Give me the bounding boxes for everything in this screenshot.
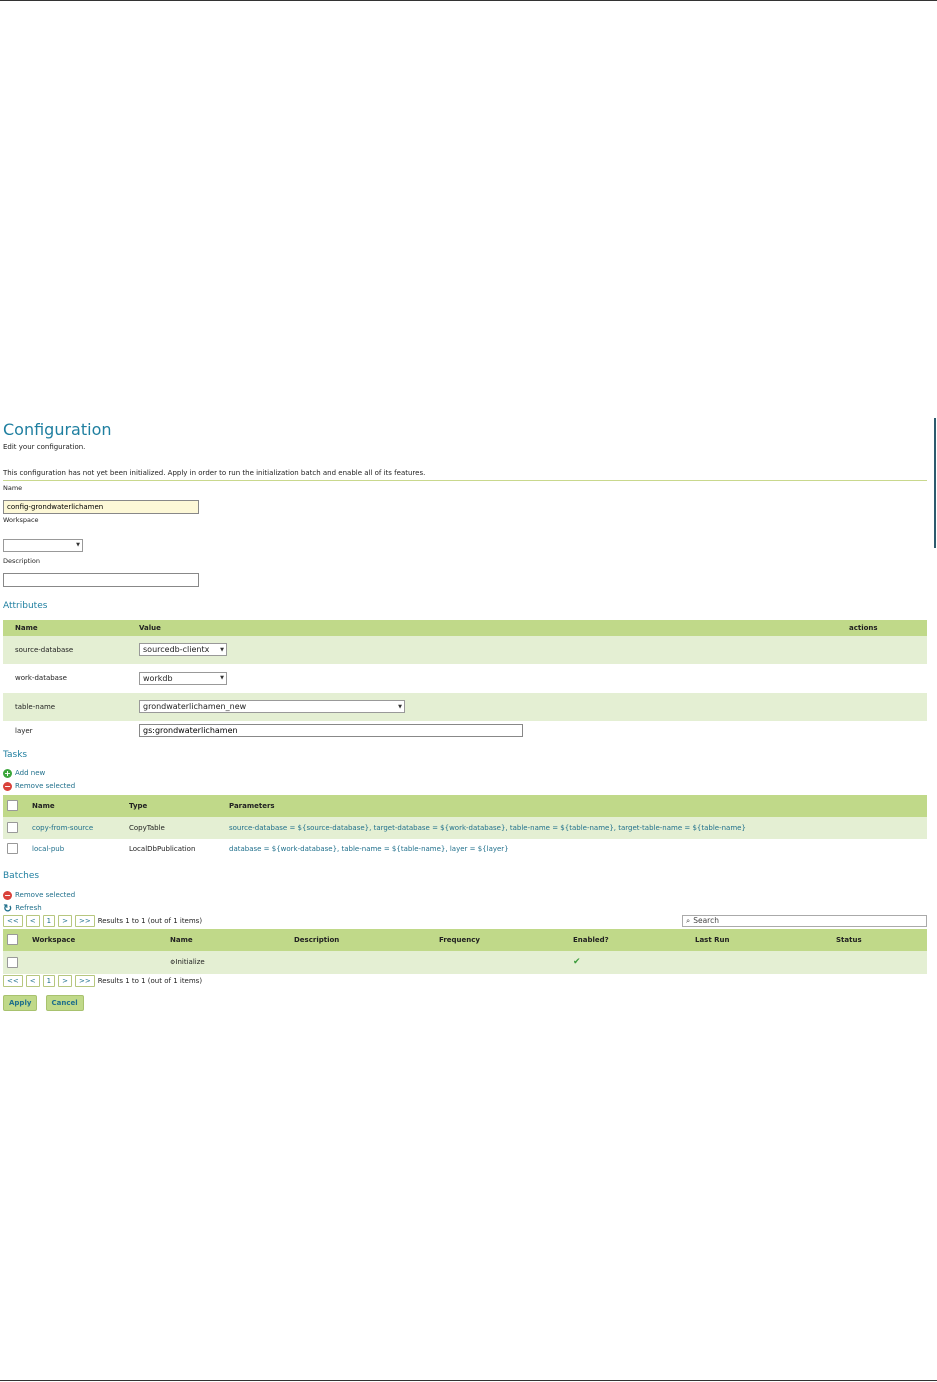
batch-col-last-run: Last Run [691, 928, 832, 951]
search-input[interactable]: ⌕ Search [682, 914, 927, 927]
batch-col-name: Name [166, 928, 290, 951]
task-type: CopyTable [125, 816, 225, 839]
workspace-select[interactable]: ▼ [3, 538, 83, 552]
search-icon: ⌕ [686, 915, 691, 925]
batches-table: Workspace Name Description Frequency Ena… [3, 928, 927, 974]
batch-status [832, 950, 927, 974]
task-checkbox[interactable] [7, 843, 18, 854]
table-row: local-pub LocalDbPublication database = … [3, 838, 927, 859]
workspace-label: Workspace [3, 516, 39, 524]
select-all-batches-checkbox[interactable] [7, 934, 18, 945]
table-row: source-database sourcedb-clientx ▼ [3, 635, 927, 664]
task-col-parameters: Parameters [225, 794, 927, 817]
name-field[interactable] [3, 500, 199, 514]
chevron-down-icon: ▼ [76, 542, 80, 548]
table-row: work-database workdb ▼ [3, 663, 927, 693]
task-col-name: Name [28, 794, 125, 817]
form-buttons: Apply Cancel [3, 990, 927, 1011]
cancel-button[interactable]: Cancel [45, 994, 84, 1011]
task-col-type: Type [125, 794, 225, 817]
attr-col-value: Value [135, 619, 845, 636]
description-label: Description [3, 556, 41, 565]
remove-selected-tasks-link[interactable]: − Remove selected [3, 780, 927, 793]
first-page-button[interactable]: << [3, 975, 23, 987]
work-database-select[interactable]: workdb ▼ [139, 671, 227, 685]
chevron-down-icon: ▼ [220, 675, 224, 681]
chevron-down-icon: ▼ [398, 703, 402, 710]
select-all-tasks-checkbox[interactable] [7, 800, 18, 811]
refresh-icon: ↻ [3, 901, 13, 915]
results-count: Results 1 to 1 (out of 1 items) [97, 977, 203, 985]
attributes-heading: Attributes [3, 600, 48, 611]
batch-col-description: Description [290, 928, 435, 951]
last-page-button[interactable]: >> [74, 975, 95, 987]
batch-description [290, 950, 435, 974]
batches-heading: Batches [3, 870, 40, 881]
results-count: Results 1 to 1 (out of 1 items) [97, 917, 203, 925]
task-parameters: database = ${work-database}, table-name … [225, 838, 927, 859]
table-row: table-name grondwaterlichamen_new ▼ [3, 692, 927, 721]
attributes-table: Name Value actions source-database sourc… [3, 619, 927, 741]
description-field[interactable] [3, 572, 199, 587]
attr-col-actions: actions [845, 619, 927, 636]
apply-button[interactable]: Apply [3, 994, 38, 1011]
task-checkbox[interactable] [7, 822, 18, 833]
page-subtitle: Edit your configuration. [3, 443, 86, 451]
scrollbar[interactable] [934, 418, 936, 548]
bottom-rule [0, 1380, 937, 1381]
attr-name: layer [3, 720, 135, 741]
last-page-button[interactable]: >> [74, 915, 95, 927]
table-row: copy-from-source CopyTable source-databa… [3, 816, 927, 839]
batches-toolbar: << < 1 > >> Results 1 to 1 (out of 1 ite… [3, 914, 927, 929]
next-page-button[interactable]: > [58, 975, 72, 987]
attr-name: work-database [3, 663, 135, 693]
prev-page-button[interactable]: < [25, 915, 40, 927]
table-row: layer [3, 720, 927, 741]
first-page-button[interactable]: << [3, 915, 23, 927]
batch-last-run [691, 950, 832, 974]
attr-col-name: Name [3, 619, 135, 636]
source-database-select[interactable]: sourcedb-clientx ▼ [139, 643, 227, 656]
page-1-button[interactable]: 1 [42, 975, 56, 987]
table-row: ⚙Initialize ✔ [3, 950, 927, 974]
add-new-link[interactable]: + Add new [3, 767, 927, 780]
remove-icon: − [3, 781, 12, 791]
name-label: Name [3, 484, 23, 492]
batch-col-status: Status [832, 928, 927, 951]
batch-col-frequency: Frequency [435, 928, 569, 951]
next-page-button[interactable]: > [58, 915, 72, 927]
prev-page-button[interactable]: < [25, 975, 40, 987]
pager-bottom: << < 1 > >> Results 1 to 1 (out of 1 ite… [3, 975, 927, 988]
batch-workspace [28, 950, 166, 974]
page-title: Configuration [3, 420, 112, 439]
configuration-page: Configuration Edit your configuration. T… [3, 416, 927, 1011]
remove-icon: − [3, 890, 12, 900]
refresh-link[interactable]: ↻ Refresh [3, 902, 927, 915]
table-name-select[interactable]: grondwaterlichamen_new ▼ [139, 700, 405, 713]
batch-name[interactable]: Initialize [175, 958, 204, 966]
task-parameters: source-database = ${source-database}, ta… [225, 816, 927, 839]
batch-frequency [435, 950, 569, 974]
batch-col-workspace: Workspace [28, 928, 166, 951]
add-icon: + [3, 768, 12, 778]
top-rule [0, 0, 937, 1]
attr-name: source-database [3, 635, 135, 664]
layer-input[interactable] [139, 724, 523, 737]
page-1-button[interactable]: 1 [42, 915, 56, 927]
task-name-link[interactable]: copy-from-source [28, 816, 125, 839]
tasks-heading: Tasks [3, 749, 28, 760]
chevron-down-icon: ▼ [220, 646, 224, 653]
task-type: LocalDbPublication [125, 838, 225, 859]
remove-selected-batches-link[interactable]: − Remove selected [3, 889, 927, 902]
batch-checkbox[interactable] [7, 956, 18, 968]
initialization-notice: This configuration has not yet been init… [3, 469, 927, 481]
task-name-link[interactable]: local-pub [28, 838, 125, 859]
checkmark-icon: ✔ [569, 950, 691, 974]
attr-name: table-name [3, 692, 135, 721]
tasks-table: Name Type Parameters copy-from-source Co… [3, 794, 927, 859]
batch-col-enabled: Enabled? [569, 928, 691, 951]
